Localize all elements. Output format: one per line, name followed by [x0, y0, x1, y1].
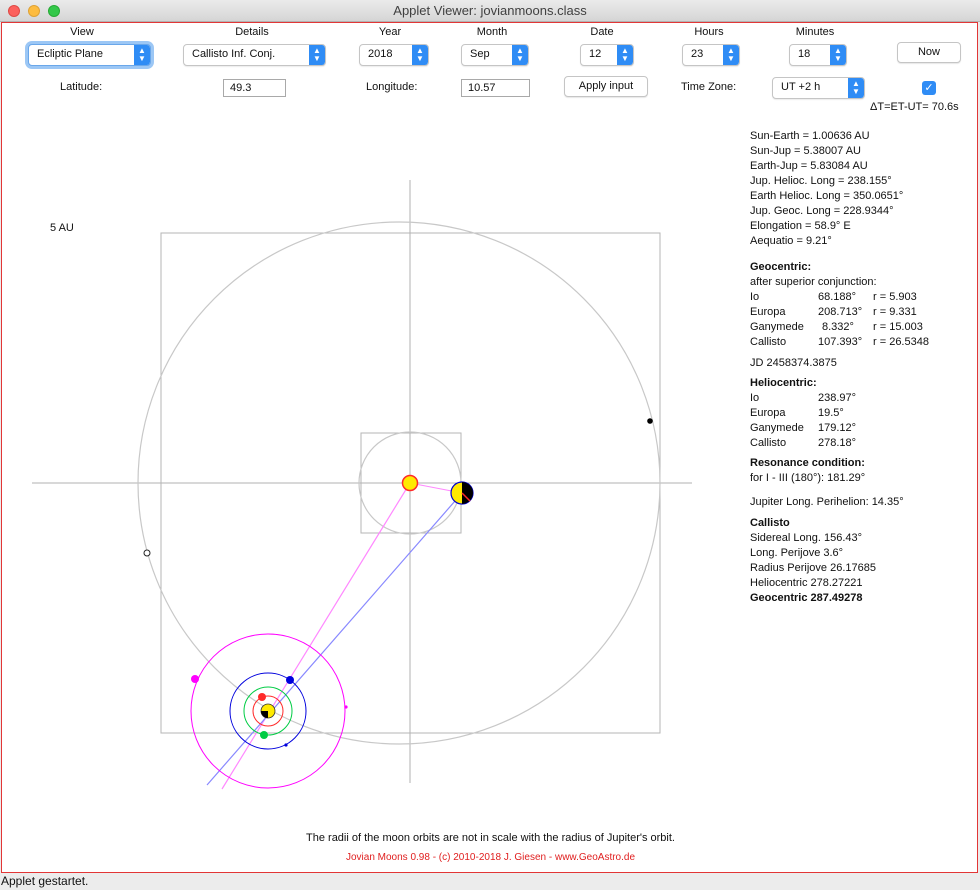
- scale-note: The radii of the moon orbits are not in …: [306, 832, 675, 844]
- io-moon: [258, 693, 266, 701]
- axes: [32, 180, 692, 783]
- orbit-point-marker: [143, 549, 151, 557]
- orbit-diagram: [32, 180, 692, 790]
- window-titlebar: Applet Viewer: jovianmoons.class: [0, 0, 980, 22]
- sun-marker: [401, 474, 419, 492]
- europa-moon: [260, 731, 268, 739]
- callisto-moon-small: [344, 705, 348, 709]
- window-title: Applet Viewer: jovianmoons.class: [393, 3, 587, 18]
- applet-panel: View Details Year Month Date Hours Minut…: [1, 22, 978, 873]
- jupiter-system: [190, 633, 348, 789]
- status-bar: Applet gestartet.: [0, 873, 980, 890]
- credit-text: Jovian Moons 0.98 - (c) 2010-2018 J. Gie…: [345, 852, 636, 863]
- orbit-point-marker: [647, 418, 653, 424]
- ganymede-moon-small: [284, 743, 288, 747]
- ganymede-moon: [286, 676, 294, 684]
- callisto-moon: [191, 675, 199, 683]
- earth-marker: [450, 481, 474, 505]
